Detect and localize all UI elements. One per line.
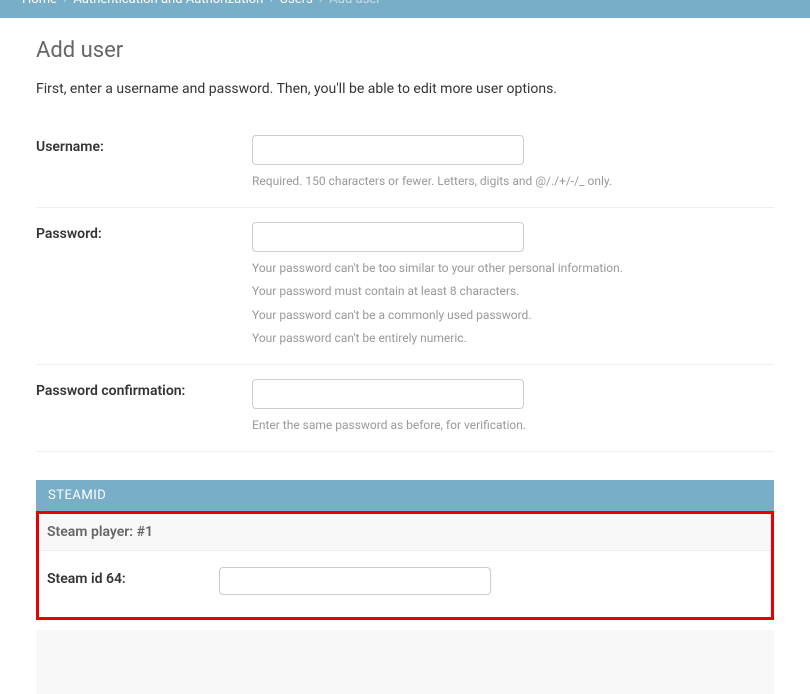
password-row: Password: Your password can't be too sim… bbox=[36, 208, 774, 365]
password-confirm-row: Password confirmation: Enter the same pa… bbox=[36, 365, 774, 452]
breadcrumb: Home › Authentication and Authorization … bbox=[22, 0, 788, 7]
password-help-line: Your password can't be entirely numeric. bbox=[252, 328, 774, 350]
steamid-section-header: STEAMID bbox=[36, 480, 774, 511]
chevron-right-icon: › bbox=[269, 0, 273, 7]
password-confirm-input[interactable] bbox=[252, 379, 524, 409]
password-input[interactable] bbox=[252, 222, 524, 252]
password-confirm-help: Enter the same password as before, for v… bbox=[252, 415, 774, 437]
breadcrumb-bar: Home › Authentication and Authorization … bbox=[0, 0, 810, 18]
main-content: Add user First, enter a username and pas… bbox=[0, 18, 810, 694]
password-label: Password: bbox=[36, 222, 252, 350]
page-title: Add user bbox=[36, 38, 774, 63]
username-help: Required. 150 characters or fewer. Lette… bbox=[252, 171, 774, 193]
steam-id-input[interactable] bbox=[219, 567, 491, 595]
password-confirm-label: Password confirmation: bbox=[36, 379, 252, 437]
chevron-right-icon: › bbox=[63, 0, 67, 7]
breadcrumb-current: Add user bbox=[329, 0, 381, 7]
password-help-line: Your password must contain at least 8 ch… bbox=[252, 281, 774, 303]
chevron-right-icon: › bbox=[319, 0, 323, 7]
intro-text: First, enter a username and password. Th… bbox=[36, 81, 774, 97]
username-label: Username: bbox=[36, 135, 252, 193]
steam-inline-highlight: Steam player: #1 Steam id 64: bbox=[36, 511, 774, 620]
breadcrumb-home[interactable]: Home bbox=[22, 0, 57, 7]
breadcrumb-users[interactable]: Users bbox=[280, 0, 313, 7]
steam-player-title: Steam player: #1 bbox=[39, 514, 771, 551]
password-help: Your password can't be too similar to yo… bbox=[252, 258, 774, 350]
password-help-line: Your password can't be a commonly used p… bbox=[252, 305, 774, 327]
username-row: Username: Required. 150 characters or fe… bbox=[36, 121, 774, 208]
password-help-line: Your password can't be too similar to yo… bbox=[252, 258, 774, 280]
username-input[interactable] bbox=[252, 135, 524, 165]
footer-bar bbox=[36, 630, 774, 694]
steam-id-row: Steam id 64: bbox=[39, 551, 771, 595]
steam-id-label: Steam id 64: bbox=[47, 567, 219, 595]
breadcrumb-auth[interactable]: Authentication and Authorization bbox=[73, 0, 263, 7]
